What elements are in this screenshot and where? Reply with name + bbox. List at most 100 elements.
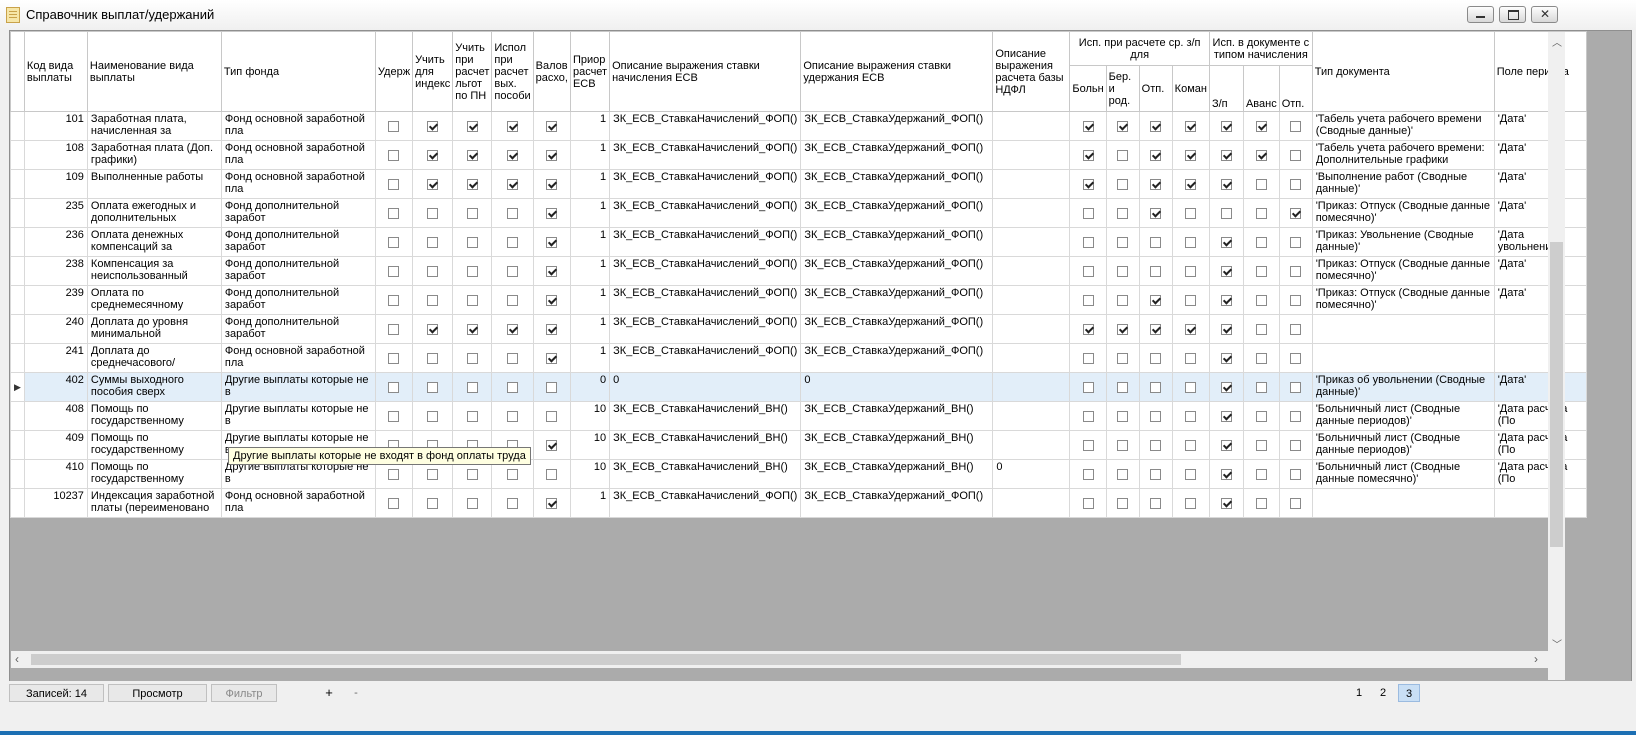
lgot-checkbox[interactable] bbox=[466, 265, 478, 277]
table-row[interactable]: 108 Заработная плата (Доп. графики) Фонд о… bbox=[10, 140, 1587, 170]
cell-ber[interactable] bbox=[1105, 227, 1140, 257]
cell-index[interactable] bbox=[412, 140, 454, 170]
cell-avans[interactable] bbox=[1242, 227, 1280, 257]
otp1-checkbox[interactable] bbox=[1150, 439, 1162, 451]
boln-checkbox[interactable] bbox=[1082, 236, 1094, 248]
cell-esv-nach[interactable]: ЗК_ЕСВ_СтавкаНачислений_ФОП() bbox=[609, 140, 802, 170]
cell-otp1[interactable] bbox=[1138, 111, 1173, 141]
koman-checkbox[interactable] bbox=[1185, 265, 1197, 277]
lgot-checkbox[interactable] bbox=[466, 352, 478, 364]
cell-esv-nach[interactable]: ЗК_ЕСВ_СтавкаНачислений_ФОП() bbox=[609, 198, 802, 228]
uderzh-checkbox[interactable] bbox=[388, 265, 400, 277]
cell-ispol[interactable] bbox=[491, 372, 534, 402]
lgot-checkbox[interactable] bbox=[466, 410, 478, 422]
cell-otp1[interactable] bbox=[1138, 198, 1173, 228]
cell-fund[interactable]: Другие выплаты которые не в bbox=[220, 372, 376, 402]
row-marker[interactable] bbox=[10, 140, 25, 170]
table-row[interactable]: 240 Доплата до уровня минимальной заработ… bbox=[10, 314, 1587, 344]
cell-avans[interactable] bbox=[1242, 285, 1280, 315]
cell-uderzh[interactable] bbox=[374, 227, 414, 257]
cell-ndfl[interactable] bbox=[992, 430, 1071, 460]
cell-ndfl[interactable] bbox=[992, 169, 1071, 199]
cell-index[interactable] bbox=[412, 256, 454, 286]
ber-checkbox[interactable] bbox=[1117, 497, 1129, 509]
otp1-checkbox[interactable] bbox=[1150, 265, 1162, 277]
cell-ber[interactable] bbox=[1105, 256, 1140, 286]
otp1-checkbox[interactable] bbox=[1150, 178, 1162, 190]
cell-otp2[interactable] bbox=[1278, 285, 1313, 315]
cell-otp2[interactable] bbox=[1278, 430, 1313, 460]
cell-lgot[interactable] bbox=[452, 111, 493, 141]
cell-koman[interactable] bbox=[1171, 343, 1210, 373]
cell-koman[interactable] bbox=[1171, 198, 1210, 228]
cell-boln[interactable] bbox=[1069, 488, 1107, 518]
cell-code[interactable]: 109 bbox=[23, 169, 88, 199]
otp1-checkbox[interactable] bbox=[1150, 323, 1162, 335]
table-row[interactable]: ▶ 402 Суммы выходного пособия сверх устано… bbox=[10, 372, 1587, 402]
cell-avans[interactable] bbox=[1242, 488, 1280, 518]
index-checkbox[interactable] bbox=[427, 207, 439, 219]
avans-checkbox[interactable] bbox=[1255, 352, 1267, 364]
cell-koman[interactable] bbox=[1171, 140, 1210, 170]
cell-otp1[interactable] bbox=[1138, 314, 1173, 344]
cell-esv-nach[interactable]: ЗК_ЕСВ_СтавкаНачислений_ФОП() bbox=[609, 169, 802, 199]
cell-fund[interactable]: Фонд основной заработной пла bbox=[220, 343, 376, 373]
cell-doc-type[interactable]: 'Табель учета рабочего времени (Сводные … bbox=[1311, 111, 1495, 141]
cell-boln[interactable] bbox=[1069, 111, 1107, 141]
zp-checkbox[interactable] bbox=[1220, 352, 1232, 364]
col-ndfl[interactable]: Описание выражения расчета базы НДФЛ bbox=[992, 31, 1071, 112]
cell-avans[interactable] bbox=[1242, 198, 1280, 228]
cell-otp1[interactable] bbox=[1138, 227, 1173, 257]
zp-checkbox[interactable] bbox=[1220, 410, 1232, 422]
koman-checkbox[interactable] bbox=[1185, 352, 1197, 364]
cell-boln[interactable] bbox=[1069, 372, 1107, 402]
cell-code[interactable]: 402 bbox=[23, 372, 88, 402]
cell-otp2[interactable] bbox=[1278, 372, 1313, 402]
cell-index[interactable] bbox=[412, 111, 454, 141]
cell-otp2[interactable] bbox=[1278, 140, 1313, 170]
zp-checkbox[interactable] bbox=[1220, 120, 1232, 132]
cell-esv-uderzh[interactable]: ЗК_ЕСВ_СтавкаУдержаний_ФОП() bbox=[800, 256, 994, 286]
zp-checkbox[interactable] bbox=[1220, 381, 1232, 393]
avans-checkbox[interactable] bbox=[1255, 149, 1267, 161]
zp-checkbox[interactable] bbox=[1220, 294, 1232, 306]
page-2[interactable]: 2 bbox=[1372, 684, 1394, 702]
table-row[interactable]: 101 Заработная плата, начисленная за Фонд … bbox=[10, 111, 1587, 141]
col-lgot[interactable]: Учить при расчет льгот по ПН bbox=[452, 31, 493, 112]
cell-prior[interactable]: 1 bbox=[569, 198, 611, 228]
cell-prior[interactable]: 1 bbox=[569, 111, 611, 141]
otp1-checkbox[interactable] bbox=[1150, 352, 1162, 364]
koman-checkbox[interactable] bbox=[1185, 439, 1197, 451]
cell-otp1[interactable] bbox=[1138, 459, 1173, 489]
uderzh-checkbox[interactable] bbox=[388, 323, 400, 335]
col-ber[interactable]: Бер. и род. bbox=[1105, 65, 1140, 112]
otp1-checkbox[interactable] bbox=[1150, 149, 1162, 161]
ber-checkbox[interactable] bbox=[1117, 323, 1129, 335]
cell-valov[interactable] bbox=[532, 459, 571, 489]
col-esv-uderzh[interactable]: Описание выражения ставки удержания ЕСВ bbox=[800, 31, 994, 112]
cell-code[interactable]: 235 bbox=[23, 198, 88, 228]
cell-otp1[interactable] bbox=[1138, 343, 1173, 373]
cell-boln[interactable] bbox=[1069, 256, 1107, 286]
cell-esv-uderzh[interactable]: ЗК_ЕСВ_СтавкаУдержаний_ФОП() bbox=[800, 285, 994, 315]
cell-boln[interactable] bbox=[1069, 430, 1107, 460]
index-checkbox[interactable] bbox=[427, 352, 439, 364]
ber-checkbox[interactable] bbox=[1117, 178, 1129, 190]
lgot-checkbox[interactable] bbox=[466, 149, 478, 161]
boln-checkbox[interactable] bbox=[1082, 468, 1094, 480]
cell-uderzh[interactable] bbox=[374, 198, 414, 228]
cell-fund[interactable]: Фонд дополнительной заработ bbox=[220, 256, 376, 286]
cell-avans[interactable] bbox=[1242, 111, 1280, 141]
cell-ispol[interactable] bbox=[491, 256, 534, 286]
cell-boln[interactable] bbox=[1069, 285, 1107, 315]
row-marker[interactable] bbox=[10, 111, 25, 141]
row-marker[interactable] bbox=[10, 198, 25, 228]
zp-checkbox[interactable] bbox=[1220, 439, 1232, 451]
uderzh-checkbox[interactable] bbox=[388, 294, 400, 306]
index-checkbox[interactable] bbox=[427, 381, 439, 393]
cell-index[interactable] bbox=[412, 198, 454, 228]
cell-fund[interactable]: Фонд дополнительной заработ bbox=[220, 198, 376, 228]
cell-prior[interactable]: 1 bbox=[569, 256, 611, 286]
horizontal-scrollbar[interactable]: ‹ › bbox=[11, 651, 1548, 668]
cell-doc-type[interactable]: 'Приказ: Отпуск (Сводные данные помесячн… bbox=[1311, 285, 1495, 315]
